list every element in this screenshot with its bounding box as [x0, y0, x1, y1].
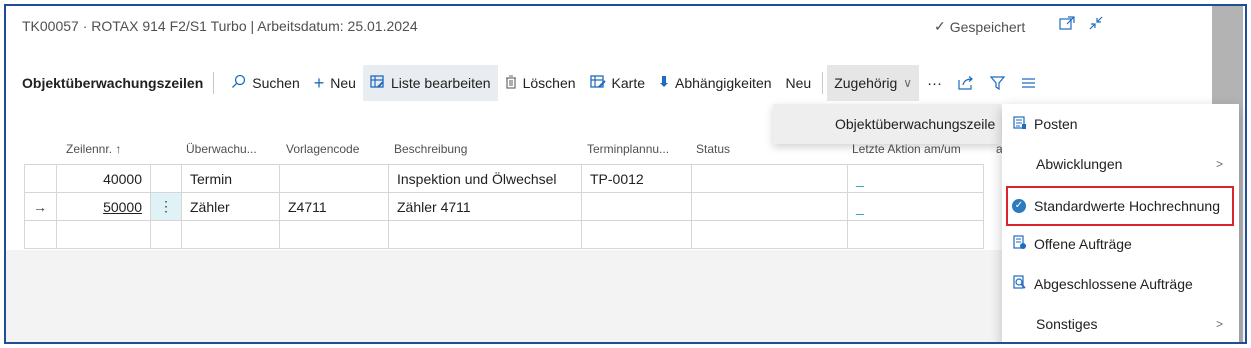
- menu-item-label: Abgeschlossene Aufträge: [1034, 276, 1193, 292]
- empty-cell[interactable]: [24, 220, 57, 249]
- page-title: TK00057 · ROTAX 914 F2/S1 Turbo | Arbeit…: [22, 18, 418, 34]
- column-header-type[interactable]: Überwachu...: [186, 142, 257, 156]
- menu-item-abwicklungen[interactable]: Abwicklungen >: [1002, 144, 1239, 184]
- status-cell[interactable]: [691, 164, 848, 193]
- share-icon[interactable]: [950, 65, 982, 101]
- menu-item-label: Objektüberwachungszeile: [835, 116, 996, 132]
- checkmark-icon: ✓: [934, 18, 946, 34]
- action-bar: Objektüberwachungszeilen Suchen + Neu Li…: [6, 62, 1210, 104]
- menu-item-label: Abwicklungen: [1036, 156, 1123, 172]
- dependencies-button[interactable]: Abhängigkeiten: [652, 65, 779, 101]
- line-no-cell[interactable]: 50000: [56, 192, 151, 221]
- open-new-window-icon[interactable]: [1059, 16, 1075, 34]
- table-row[interactable]: → 50000 ⋮ Zähler Z4711 Zähler 4711 _: [24, 192, 984, 221]
- saved-status: ✓ Gespeichert: [934, 18, 1025, 35]
- empty-cell[interactable]: [56, 220, 151, 249]
- edit-list-label: Liste bearbeiten: [390, 75, 491, 91]
- column-header-schedule[interactable]: Terminplannu...: [587, 142, 669, 156]
- row-menu-icon[interactable]: ⋮: [150, 192, 182, 221]
- collapse-icon[interactable]: [1088, 16, 1104, 34]
- menu-item-label: Sonstiges: [1036, 316, 1098, 332]
- menu-item-label: Standardwerte Hochrechnung: [1034, 198, 1221, 214]
- search-button[interactable]: Suchen: [224, 65, 306, 101]
- menu-item-sonstiges[interactable]: Sonstiges >: [1002, 304, 1239, 342]
- empty-cell[interactable]: [691, 220, 848, 249]
- line-no-link[interactable]: 50000: [103, 199, 142, 215]
- table-row[interactable]: 40000 Termin Inspektion und Ölwechsel TP…: [24, 164, 984, 193]
- schedule-cell[interactable]: TP-0012: [581, 164, 692, 193]
- closed-orders-icon: [1010, 275, 1030, 293]
- more-options-button[interactable]: ···: [919, 65, 950, 101]
- open-orders-icon: [1010, 235, 1030, 253]
- check-circle-icon: ✓: [1012, 199, 1026, 213]
- empty-cell[interactable]: [181, 220, 280, 249]
- type-cell[interactable]: Zähler: [181, 192, 280, 221]
- chevron-right-icon: >: [1215, 157, 1223, 171]
- menu-item-objektueberwachungszeile[interactable]: Objektüberwachungszeile >: [773, 104, 1012, 144]
- card-button[interactable]: Karte: [583, 65, 652, 101]
- chevron-down-icon: ∨: [903, 76, 913, 90]
- menu-item-abgeschlossene-auftraege[interactable]: Abgeschlossene Aufträge: [1002, 264, 1239, 304]
- card-icon: [589, 74, 606, 92]
- last-action-cell[interactable]: _: [847, 164, 984, 193]
- empty-cell[interactable]: [388, 220, 582, 249]
- list-view-icon[interactable]: [1013, 65, 1044, 101]
- related-label: Zugehörig: [834, 75, 898, 91]
- menu-item-posten[interactable]: Posten: [1002, 104, 1239, 144]
- saved-label: Gespeichert: [949, 18, 1026, 35]
- new-label: Neu: [330, 75, 356, 91]
- search-label: Suchen: [252, 75, 300, 91]
- description-cell[interactable]: Inspektion und Ölwechsel: [388, 164, 582, 193]
- description-cell[interactable]: Zähler 4711: [388, 192, 582, 221]
- list-title: Objektüberwachungszeilen: [22, 75, 204, 91]
- menu-item-label: Posten: [1034, 116, 1078, 132]
- last-action-cell[interactable]: _: [847, 192, 984, 221]
- plus-icon: +: [313, 72, 325, 93]
- app-window: TK00057 · ROTAX 914 F2/S1 Turbo | Arbeit…: [4, 4, 1247, 344]
- template-cell[interactable]: [279, 164, 389, 193]
- empty-cell[interactable]: [847, 220, 984, 249]
- status-cell[interactable]: [691, 192, 848, 221]
- template-cell[interactable]: Z4711: [279, 192, 389, 221]
- type-cell[interactable]: Termin: [181, 164, 280, 193]
- related-menu-button[interactable]: Zugehörig ∨: [827, 65, 920, 101]
- menu-item-label: Offene Aufträge: [1034, 236, 1132, 252]
- related-flyout-menu: Posten Abwicklungen > ✓ Standardwerte Ho…: [1002, 104, 1239, 342]
- separator: [213, 72, 215, 94]
- schedule-cell[interactable]: [581, 192, 692, 221]
- column-header-status[interactable]: Status: [696, 142, 730, 156]
- arrow-down-icon: [659, 75, 669, 91]
- column-header-last-action[interactable]: Letzte Aktion am/um: [852, 142, 961, 156]
- more-options-label: ···: [927, 74, 943, 92]
- delete-label: Löschen: [522, 75, 576, 91]
- data-grid: 40000 Termin Inspektion und Ölwechsel TP…: [24, 164, 984, 249]
- separator: [822, 72, 824, 94]
- new2-button[interactable]: Neu: [779, 65, 819, 101]
- dependencies-label: Abhängigkeiten: [675, 75, 772, 91]
- table-row-empty[interactable]: [24, 220, 984, 249]
- menu-item-standardwerte-hochrechnung[interactable]: ✓ Standardwerte Hochrechnung: [1006, 186, 1234, 226]
- card-label: Karte: [611, 75, 645, 91]
- ledger-icon: [1010, 115, 1030, 133]
- edit-list-button[interactable]: Liste bearbeiten: [362, 65, 498, 101]
- line-no-cell[interactable]: 40000: [56, 164, 151, 193]
- row-marker[interactable]: →: [24, 192, 57, 221]
- empty-cell[interactable]: [581, 220, 692, 249]
- new2-label: Neu: [785, 75, 812, 91]
- filter-icon[interactable]: [982, 65, 1013, 101]
- trash-icon: [505, 74, 517, 92]
- column-header-description[interactable]: Beschreibung: [394, 142, 467, 156]
- chevron-right-icon: >: [1215, 317, 1223, 331]
- empty-cell[interactable]: [279, 220, 389, 249]
- search-icon: [231, 74, 246, 92]
- edit-list-icon: [370, 74, 385, 92]
- column-header-template[interactable]: Vorlagencode: [286, 142, 359, 156]
- delete-button[interactable]: Löschen: [498, 65, 583, 101]
- row-marker[interactable]: [24, 164, 57, 193]
- empty-cell[interactable]: [150, 220, 182, 249]
- menu-item-offene-auftraege[interactable]: Offene Aufträge: [1002, 224, 1239, 264]
- new-button[interactable]: + Neu: [307, 65, 363, 101]
- column-header-line-no[interactable]: Zeilennr. ↑: [66, 142, 121, 156]
- row-menu-cell[interactable]: [150, 164, 182, 193]
